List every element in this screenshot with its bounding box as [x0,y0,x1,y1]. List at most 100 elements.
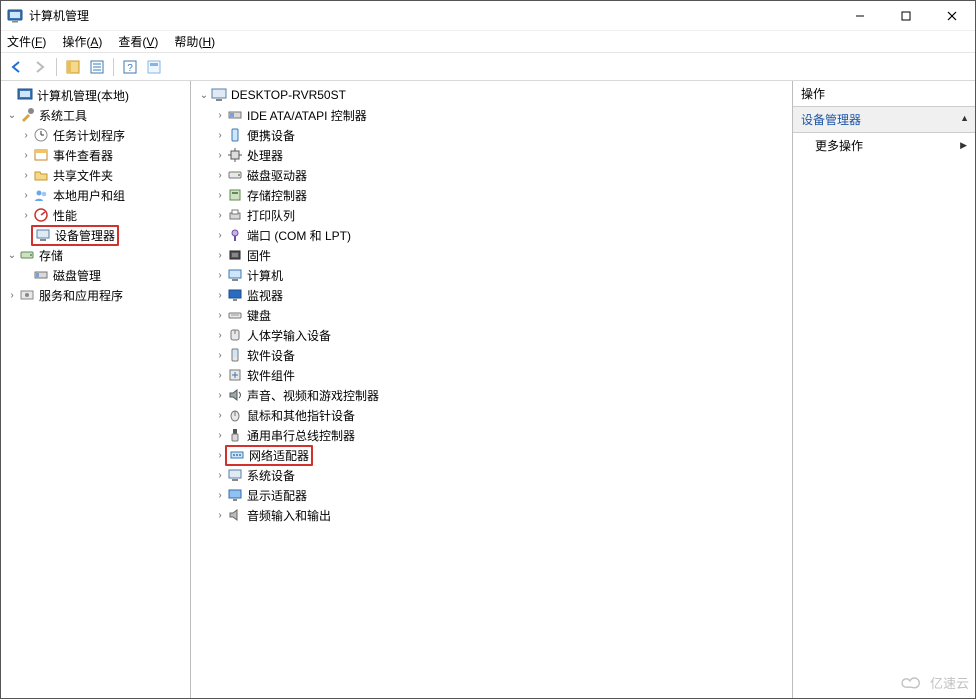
expand-icon[interactable]: ⌄ [5,110,19,121]
expand-icon[interactable]: › [213,410,227,421]
svg-text:?: ? [127,63,133,74]
tree-services-apps[interactable]: › 服务和应用程序 [3,285,190,305]
actions-more[interactable]: 更多操作 ▶ [793,133,975,158]
device-category-storage[interactable]: ›存储控制器 [193,185,792,205]
expand-icon[interactable]: › [19,130,33,141]
expand-icon[interactable]: ⌄ [197,90,211,101]
device-category-swdev[interactable]: ›软件设备 [193,345,792,365]
expand-icon[interactable]: › [19,210,33,221]
device-category-keyboard[interactable]: ›键盘 [193,305,792,325]
expand-icon[interactable]: › [213,190,227,201]
expand-icon[interactable]: › [213,490,227,501]
toolbar-separator [113,58,114,76]
device-category-computer[interactable]: ›计算机 [193,265,792,285]
computer-icon [211,87,227,103]
usb-icon [227,427,243,443]
device-category-display[interactable]: ›显示适配器 [193,485,792,505]
minimize-button[interactable] [837,1,883,31]
device-category-label: 鼠标和其他指针设备 [247,407,355,424]
nav-tree-pane: ▸ 计算机管理(本地) ⌄ 系统工具 [1,81,191,698]
menu-file[interactable]: 文件(F) [5,31,48,52]
device-category-usb[interactable]: ›通用串行总线控制器 [193,425,792,445]
device-category-label: 音频输入和输出 [247,507,331,524]
tree-task-scheduler[interactable]: › 任务计划程序 [3,125,190,145]
tree-storage[interactable]: ⌄ 存储 [3,245,190,265]
device-category-swcomp[interactable]: ›软件组件 [193,365,792,385]
expand-icon[interactable]: › [213,250,227,261]
tree-event-viewer[interactable]: › 事件查看器 [3,145,190,165]
expand-icon[interactable]: › [213,150,227,161]
sysdev-icon [227,467,243,483]
expand-icon[interactable]: › [213,330,227,341]
device-category-ide[interactable]: ›IDE ATA/ATAPI 控制器 [193,105,792,125]
cpu-icon [227,147,243,163]
shared-folder-icon [33,167,49,183]
device-category-label: 端口 (COM 和 LPT) [247,227,351,244]
chevron-right-icon: ▶ [960,140,967,151]
expand-icon[interactable]: › [213,270,227,281]
expand-icon[interactable]: › [213,110,227,121]
toolbar: ? [1,53,975,81]
device-category-hid[interactable]: ›人体学输入设备 [193,325,792,345]
tree-device-manager[interactable]: › 设备管理器 [3,225,190,245]
expand-icon[interactable]: › [213,510,227,521]
tree-shared-folders[interactable]: › 共享文件夹 [3,165,190,185]
forward-button[interactable] [29,56,51,78]
expand-icon[interactable]: › [213,370,227,381]
expand-icon[interactable]: › [213,470,227,481]
properties-button[interactable] [86,56,108,78]
device-category-network[interactable]: ›网络适配器 [193,445,792,465]
collapse-icon[interactable]: ▲ [960,113,969,123]
device-category-cpu[interactable]: ›处理器 [193,145,792,165]
tree-disk-management[interactable]: › 磁盘管理 [3,265,190,285]
device-category-portable[interactable]: ›便携设备 [193,125,792,145]
expand-icon[interactable]: › [5,290,19,301]
tree-root-local[interactable]: ▸ 计算机管理(本地) [3,85,190,105]
tree-local-users[interactable]: › 本地用户和组 [3,185,190,205]
menu-action[interactable]: 操作(A) [60,31,104,52]
audio-icon [227,507,243,523]
device-category-firmware[interactable]: ›固件 [193,245,792,265]
window-title: 计算机管理 [29,7,837,24]
show-hide-tree-button[interactable] [62,56,84,78]
maximize-button[interactable] [883,1,929,31]
close-button[interactable] [929,1,975,31]
device-root[interactable]: ⌄ DESKTOP-RVR50ST [193,85,792,105]
device-category-label: 声音、视频和游戏控制器 [247,387,379,404]
device-category-diskdrive[interactable]: › 磁盘驱动器 [193,165,792,185]
expand-icon[interactable]: › [19,150,33,161]
device-category-mouse[interactable]: › 鼠标和其他指针设备 [193,405,792,425]
tools-icon [19,107,35,123]
menu-bar: 文件(F) 操作(A) 查看(V) 帮助(H) [1,31,975,53]
toolbar-separator [56,58,57,76]
computer-mgmt-icon [17,87,33,103]
refresh-button[interactable] [143,56,165,78]
tree-performance[interactable]: › 性能 [3,205,190,225]
expand-icon[interactable]: › [213,290,227,301]
event-icon [33,147,49,163]
device-category-monitor[interactable]: ›监视器 [193,285,792,305]
expand-icon[interactable]: › [19,170,33,181]
expand-icon[interactable]: › [213,230,227,241]
expand-icon[interactable]: › [213,390,227,401]
expand-icon[interactable]: › [213,430,227,441]
help-button[interactable]: ? [119,56,141,78]
actions-section[interactable]: 设备管理器 ▲ [793,107,975,133]
device-category-audio[interactable]: › 音频输入和输出 [193,505,792,525]
expand-icon[interactable]: › [213,130,227,141]
tree-system-tools[interactable]: ⌄ 系统工具 [3,105,190,125]
device-category-sysdev[interactable]: ›系统设备 [193,465,792,485]
device-category-label: 磁盘驱动器 [247,167,307,184]
expand-icon[interactable]: › [213,310,227,321]
device-category-sound[interactable]: › 声音、视频和游戏控制器 [193,385,792,405]
device-category-ports[interactable]: › 端口 (COM 和 LPT) [193,225,792,245]
device-category-printq[interactable]: ›打印队列 [193,205,792,225]
menu-view[interactable]: 查看(V) [116,31,160,52]
expand-icon[interactable]: › [213,170,227,181]
menu-help[interactable]: 帮助(H) [172,31,217,52]
expand-icon[interactable]: › [19,190,33,201]
expand-icon[interactable]: › [213,350,227,361]
expand-icon[interactable]: ⌄ [5,250,19,261]
back-button[interactable] [5,56,27,78]
expand-icon[interactable]: › [213,210,227,221]
